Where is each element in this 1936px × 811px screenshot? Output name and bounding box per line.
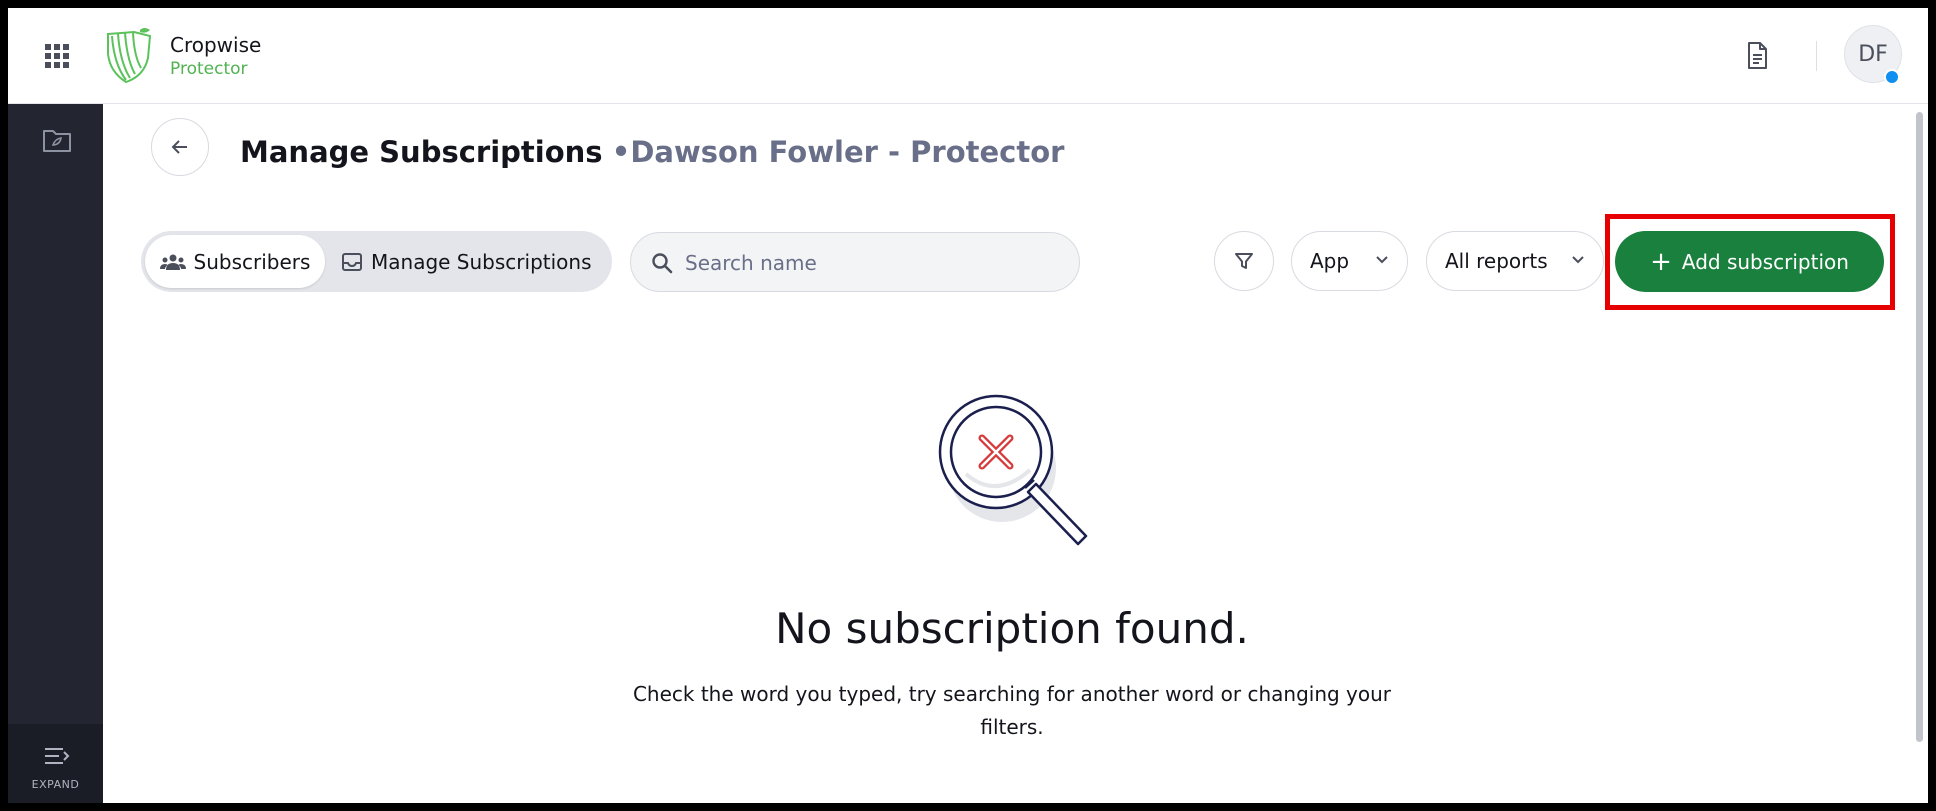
plus-icon: + <box>1650 246 1672 277</box>
page-subtitle: Dawson Fowler - Protector <box>630 135 1065 169</box>
inbox-icon <box>342 252 362 271</box>
chevron-down-icon <box>1376 256 1388 264</box>
apps-grid-icon[interactable] <box>44 43 70 69</box>
notification-dot <box>1884 69 1900 85</box>
tab-subscribers-label: Subscribers <box>193 249 311 274</box>
app-dropdown-label: App <box>1310 249 1350 273</box>
expand-menu-icon <box>45 748 70 764</box>
reports-dropdown-label: All reports <box>1445 249 1548 273</box>
logo-title: Cropwise <box>170 33 262 57</box>
expand-label: EXPAND <box>31 778 80 791</box>
sidebar-expand-button[interactable]: EXPAND <box>8 724 103 803</box>
chevron-down-icon <box>1572 256 1584 264</box>
scrollbar-thumb[interactable] <box>1916 112 1923 742</box>
tab-manage-subscriptions-label: Manage Subscriptions <box>371 249 592 274</box>
top-header: Cropwise Protector DF <box>8 8 1928 104</box>
folder-icon[interactable] <box>42 126 72 154</box>
arrow-left-icon <box>171 140 187 154</box>
empty-state-description-line-2: filters. <box>980 715 1044 739</box>
brand-logo: Cropwise Protector <box>170 35 261 78</box>
view-toggle: Subscribers Manage Subscriptions <box>141 231 612 292</box>
left-sidebar: EXPAND <box>8 104 103 803</box>
document-icon[interactable] <box>1743 41 1771 71</box>
search-icon <box>652 253 673 274</box>
page-title-main: Manage Subscriptions <box>240 135 603 169</box>
app-dropdown[interactable]: App <box>1291 231 1408 291</box>
users-icon <box>159 254 186 270</box>
filter-icon <box>1235 253 1253 269</box>
magnifier-error-icon <box>938 394 1088 546</box>
page-title-separator: • <box>611 135 631 169</box>
search-input[interactable] <box>683 241 1067 285</box>
cropwise-logo-icon <box>107 28 152 84</box>
empty-state-title: No subscription found. <box>775 604 1249 653</box>
page-title: Manage Subscriptions •Dawson Fowler - Pr… <box>240 134 1064 170</box>
add-subscription-label: Add subscription <box>1681 249 1849 274</box>
reports-dropdown[interactable]: All reports <box>1426 231 1604 291</box>
back-button[interactable] <box>151 118 209 176</box>
app-window: Cropwise Protector DF EXPAND Manage Subs… <box>8 8 1928 803</box>
avatar-initials: DF <box>1858 41 1888 67</box>
filter-button[interactable] <box>1214 231 1274 291</box>
empty-state-description: Check the word you typed, try searching … <box>608 678 1416 744</box>
empty-state-description-line-1: Check the word you typed, try searching … <box>632 682 1392 706</box>
add-subscription-button[interactable]: + Add subscription <box>1615 231 1884 292</box>
logo-subtitle: Protector <box>170 59 248 79</box>
header-divider <box>1816 41 1817 71</box>
search-box <box>630 232 1080 292</box>
tab-manage-subscriptions[interactable]: Manage Subscriptions <box>335 235 611 288</box>
tab-subscribers[interactable]: Subscribers <box>145 235 325 288</box>
